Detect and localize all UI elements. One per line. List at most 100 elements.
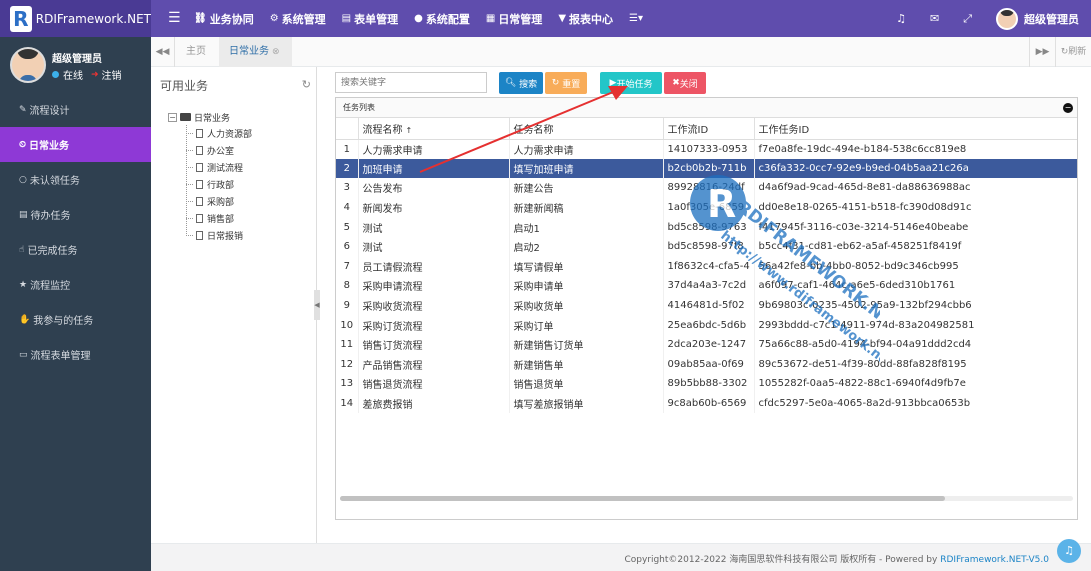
table-row[interactable]: 8 采购申请流程 采购申请单 37d4a4a3-7c2d a6f097-caf1-464… [336,276,1077,296]
table-row[interactable]: 11 销售订货流程 新建销售订货单 2dca203e-1247 75a66c88-a5d… [336,334,1077,355]
table-row[interactable]: 9 采购收货流程 采购收货单 4146481d-5f02 9b69803c-0235-4… [336,295,1077,316]
column-header[interactable]: 流程名称 ↑ [358,118,510,140]
tree-root[interactable]: − 日常业务 [168,109,252,125]
nav-item-7[interactable]: ☰▾ [629,13,646,24]
column-header[interactable]: 工作流ID [663,118,755,140]
table-row[interactable]: 2 加班申请 填写加班申请 b2cb0b2b-711b c36fa332-0cc7-92… [336,158,1077,179]
table-cell: cfdc5297-5e0a-4065-8a2d-913bbca0653b [754,393,1077,414]
business-refresh-icon[interactable]: ↻ [302,78,311,91]
search-button[interactable]: 🔍︎ 搜索 [499,72,543,94]
nav-item-6[interactable]: ▼ 报表中心 [558,11,613,27]
chat-bell-icon[interactable]: ♫ [1057,539,1081,563]
table-row[interactable]: 14 差旅费报销 填写差旅报销单 9c8ab60b-6569 cfdc5297-5e0a… [336,393,1077,414]
nav-item-2[interactable]: ⚙ 系统管理 [270,11,326,27]
sidebar-item-2[interactable]: ⏲ 日常业务 [0,127,151,162]
table-row[interactable]: 6 测试 启动2 bd5c8598-97f8 b5cc4f31-cd81-eb62-a5… [336,236,1077,257]
grid-collapse-icon[interactable]: − [1063,103,1073,113]
logo[interactable]: R RDIFramework.NET [0,0,151,37]
table-cell: 采购申请单 [509,276,664,296]
column-header[interactable]: 任务名称 [509,118,664,140]
start-task-button[interactable]: ▶ 开始任务 [600,72,662,94]
header-avatar[interactable] [996,7,1018,30]
clock-icon: ⏲ [19,139,27,150]
thumbs-up-icon: ☝ [19,244,25,255]
table-cell: 产品销售流程 [358,354,510,375]
nav-item-label: 业务协同 [209,12,254,26]
close-button[interactable]: ✖ 关闭 [664,72,706,94]
table-row[interactable]: 7 员工请假流程 填写请假单 1f8632c4-cfa5-4 56a42fe8-bb-4… [336,256,1077,277]
tree-node[interactable]: 采购部 [182,193,252,210]
tree-node[interactable]: 日常报销 [182,227,252,244]
expand-icon[interactable]: ⤢ [963,12,972,26]
panel-collapse-handle[interactable]: ◀ [314,290,320,320]
table-row[interactable]: 5 测试 启动1 bd5c8598-9763 f417945f-3116-c03e-32… [336,217,1077,237]
list-icon: ▤ [19,209,28,220]
table-cell: 新建销售订货单 [509,334,664,355]
mail-icon[interactable]: ✉ [930,12,939,25]
table-row[interactable]: 13 销售退货流程 销售退货单 89b5bb88-3302 1055282f-0aa5-… [336,374,1077,394]
tab-current[interactable]: 日常业务 ⊗ [219,37,292,67]
logout-link[interactable]: 注销 [102,67,122,82]
sort-icon: ↑ [405,125,413,135]
tree-node[interactable]: 办公室 [182,142,252,159]
sidebar-item-8[interactable]: ▭ 流程表单管理 [0,337,151,372]
tree-node-label: 采购部 [207,198,235,208]
tree-node[interactable]: 销售部 [182,210,252,227]
table-row[interactable]: 1 人力需求申请 人力需求申请 14107333-0953 f7e0a8fe-19dc-… [336,139,1077,159]
grid-caption-text: 任务列表 [343,103,375,112]
sidebar-item-4[interactable]: ▤ 待办任务 [0,197,151,232]
search-button-label: 搜索 [519,79,538,90]
header-user-name[interactable]: 超级管理员 [1024,11,1079,27]
tree-node[interactable]: 人力资源部 [182,125,252,142]
table-cell: 9c8ab60b-6569 [663,393,755,414]
main-content: 🔍︎ 搜索 ↻ 重置 ▶开始任务 ✖关闭 任务列表 − 流程名称↑任务名称工作流I… [321,67,1091,543]
menu-toggle-icon[interactable]: ☰ [168,10,181,26]
tree-node[interactable]: 测试流程 [182,159,252,176]
table-cell: 采购订货流程 [358,315,510,335]
tabs-forward-icon[interactable]: ▶▶ [1029,37,1055,67]
table-cell: 37d4a4a3-7c2d [663,276,755,296]
nav-item-5[interactable]: ▦ 日常管理 [486,11,542,27]
table-row[interactable]: 4 新闻发布 新建新闻稿 1a0f305e-6859 dd0e8e18-0265-415… [336,197,1077,218]
online-status: 在线 [63,71,83,82]
tab-close-icon[interactable]: ⊗ [272,47,280,57]
table-row[interactable]: 3 公告发布 新建公告 89928816-24df d4a6f9ad-9cad-465d… [336,178,1077,198]
file-icon [196,163,203,172]
nav-item-3[interactable]: ▤ 表单管理 [342,11,398,27]
sidebar-item-1[interactable]: ✎ 流程设计 [0,92,151,127]
table-cell: 采购申请流程 [358,276,510,296]
nav-item-label: 报表中心 [569,12,614,26]
reset-button[interactable]: ↻ 重置 [545,72,587,94]
file-icon [196,146,203,155]
horizontal-scrollbar[interactable] [340,496,1073,501]
footer-link[interactable]: RDIFramework.NET-V5.0 [940,555,1049,565]
table-row[interactable]: 12 产品销售流程 新建销售单 09ab85aa-0f69 89c53672-de51-… [336,354,1077,375]
table-cell: d4a6f9ad-9cad-465d-8e81-da88636988ac [754,178,1077,198]
sidebar-item-7[interactable]: ✋ 我参与的任务 [0,302,151,337]
column-header-label: 工作流ID [667,124,709,136]
refresh-button[interactable]: ↻刷新 [1055,37,1091,67]
tree-node[interactable]: 行政部 [182,176,252,193]
search-input[interactable] [335,72,487,93]
tree-collapse-icon[interactable]: − [168,112,177,122]
gears-icon: ⚙ [269,13,279,24]
row-number: 9 [336,295,359,316]
column-header[interactable]: 工作任务ID [754,118,1077,140]
sidebar-item-3[interactable]: ○ 未认领任务 [0,162,151,197]
tab-home[interactable]: 主页 [186,37,206,67]
nav-item-1[interactable]: ⛓ 业务协同 [194,11,254,27]
tabs-back-icon[interactable]: ◀◀ [151,37,175,67]
bell-icon[interactable]: ♫ [896,12,906,25]
table-cell: 填写请假单 [509,256,664,277]
sidebar-item-6[interactable]: ★ 流程监控 [0,267,151,302]
star-icon: ★ [19,279,28,290]
scrollbar-thumb[interactable] [340,496,945,501]
sidebar-item-5[interactable]: ☝ 已完成任务 [0,232,151,267]
table-row[interactable]: 10 采购订货流程 采购订单 25ea6bdc-5d6b 2993bddd-c7c1-4… [336,315,1077,335]
table-cell: 新闻发布 [358,197,510,218]
nav-item-4[interactable]: ● 系统配置 [414,11,470,27]
reset-button-label: 重置 [562,79,581,90]
nav-item-label: 日常管理 [498,12,543,26]
row-number: 1 [336,139,359,159]
logout-icon[interactable]: ➜ [91,70,99,80]
